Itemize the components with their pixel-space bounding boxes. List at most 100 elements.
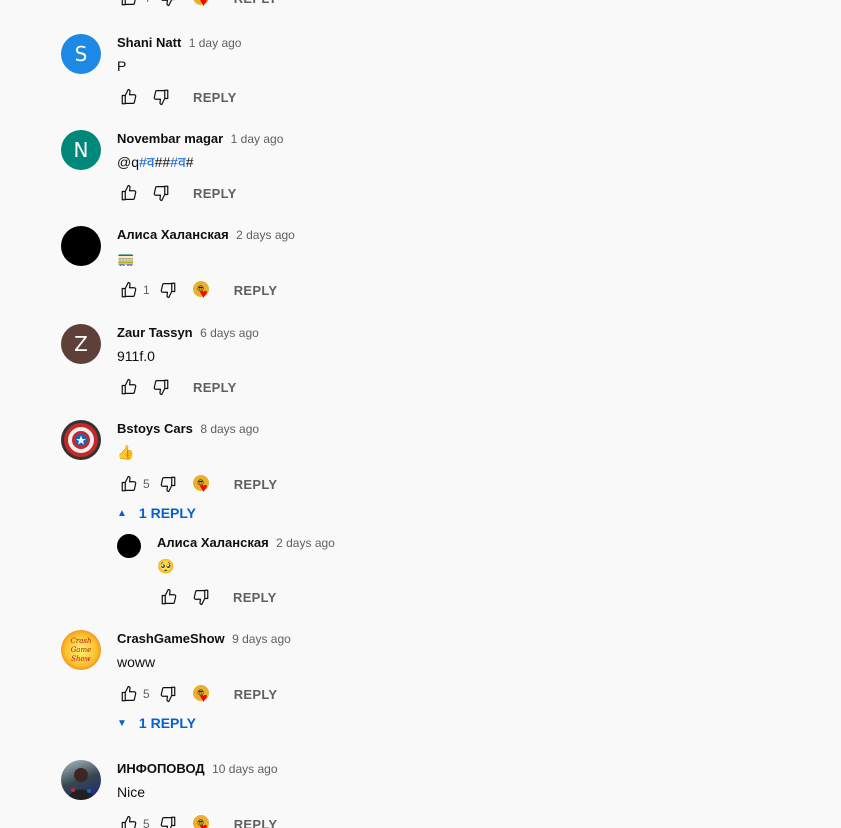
avatar[interactable] [61,420,101,460]
timestamp[interactable]: 10 days ago [212,762,277,776]
avatar[interactable] [117,534,141,558]
thumbs-up-icon[interactable] [117,181,141,205]
hashtag-link[interactable]: #व [139,154,155,170]
thumbs-up-icon[interactable] [117,375,141,399]
comment-toolbar: 5 😎 ♥ REPLY [117,682,287,706]
thumbs-down-icon[interactable] [149,85,173,109]
thumbs-up-icon[interactable] [117,682,141,706]
like-count: 1 [143,283,150,297]
hashtag-link[interactable]: #व [170,154,186,170]
avatar[interactable]: N [61,130,101,170]
thumbs-down-icon[interactable] [156,472,180,496]
author-name[interactable]: Алиса Халанская [117,227,229,242]
thumbs-down-icon[interactable] [149,181,173,205]
timestamp[interactable]: 6 days ago [200,326,259,340]
timestamp[interactable]: 2 days ago [236,228,295,242]
hide-replies-button[interactable]: ▲ 1 REPLY [117,501,196,525]
thumbs-up-icon[interactable] [117,278,141,302]
like-count: 4 [143,0,150,5]
thumbs-up-icon[interactable] [157,585,181,609]
replies-count-label: 1 REPLY [138,505,196,521]
avatar[interactable]: S [61,34,101,74]
comment-toolbar: 1 😎 ♥ REPLY [117,278,287,302]
comment-header: Zaur Tassyn 6 days ago [117,324,259,342]
reply-button[interactable]: REPLY [224,683,288,706]
thumbs-down-icon[interactable] [156,682,180,706]
comment-toolbar: REPLY [117,181,247,205]
reply-button[interactable]: REPLY [224,0,288,10]
comment-toolbar: 5 😎 ♥ REPLY [117,472,287,496]
comment-text: P [117,58,127,74]
author-name[interactable]: CrashGameShow [117,631,225,646]
reply-button[interactable]: REPLY [224,473,288,496]
comment-header: Bstoys Cars 8 days ago [117,420,259,438]
author-name[interactable]: Алиса Халанская [157,535,269,550]
comment-toolbar: 5 😎 ♥ REPLY [117,812,287,828]
thumbs-up-icon[interactable] [117,472,141,496]
avatar[interactable]: Z [61,324,101,364]
creator-heart-icon: 😎♥ [190,0,214,10]
reply-button[interactable]: REPLY [223,586,287,609]
author-name[interactable]: Novembar magar [117,131,223,146]
creator-heart-icon: 😎♥ [190,278,214,302]
comment-header: Novembar magar 1 day ago [117,130,283,148]
thumbs-down-icon[interactable] [156,278,180,302]
timestamp[interactable]: 9 days ago [232,632,291,646]
thumbs-down-icon[interactable] [156,0,180,10]
comment-text: Nice [117,784,146,800]
text-plain: # [185,154,194,170]
comment-header: Shani Natt 1 day ago [117,34,241,52]
comment-text: 🚃 [117,250,135,266]
comment-text: 👍 [117,444,135,460]
creator-heart-icon: 😎♥ [190,472,214,496]
thumbs-up-icon[interactable] [117,85,141,109]
thumbs-down-icon[interactable] [189,585,213,609]
author-name[interactable]: ИНФОПОВОД [117,761,205,776]
comment-text: @q#व###व# [117,152,194,172]
show-replies-button[interactable]: ▼ 1 REPLY [117,711,196,735]
svg-text:Crash: Crash [71,637,92,645]
comment-toolbar: REPLY [117,375,247,399]
replies-count-label: 1 REPLY [138,715,196,731]
author-name[interactable]: Bstoys Cars [117,421,193,436]
like-count: 5 [143,477,150,491]
reply-button[interactable]: REPLY [224,279,288,302]
avatar[interactable] [61,760,101,800]
comment-toolbar: REPLY [157,585,287,609]
like-count: 5 [143,687,150,701]
svg-text:Game: Game [71,646,92,654]
comment-text: 🥺 [157,558,175,574]
timestamp[interactable]: 1 day ago [231,132,284,146]
reply-button[interactable]: REPLY [183,182,247,205]
comment-text: 911f.0 [117,348,155,364]
timestamp[interactable]: 8 days ago [200,422,259,436]
thumbs-down-icon[interactable] [149,375,173,399]
timestamp[interactable]: 1 day ago [189,36,242,50]
comment-text: woww [117,654,156,670]
crash-game-show-logo: Crash Game Show [71,637,92,663]
author-name[interactable]: Zaur Tassyn [117,325,193,340]
avatar[interactable] [61,226,101,266]
comment-header: ИНФОПОВОД 10 days ago [117,760,278,778]
chevron-down-icon: ▼ [117,717,127,729]
comment-header: Алиса Халанская 2 days ago [117,226,295,244]
reply-button[interactable]: REPLY [183,86,247,109]
text-mention: @q [117,154,139,170]
profile-photo [68,768,94,800]
reply-button[interactable]: REPLY [183,376,247,399]
avatar[interactable]: Crash Game Show [61,630,101,670]
comment-header: Алиса Халанская 2 days ago [157,534,335,552]
creator-heart-icon: 😎♥ [190,682,214,706]
reply-button[interactable]: REPLY [224,813,288,828]
thumbs-up-icon[interactable] [117,812,141,828]
svg-text:Show: Show [71,655,91,663]
chevron-up-icon: ▲ [117,507,127,519]
author-name[interactable]: Shani Natt [117,35,181,50]
comment-toolbar: REPLY [117,85,247,109]
timestamp[interactable]: 2 days ago [276,536,335,550]
thumbs-up-icon[interactable] [117,0,141,10]
thumbs-down-icon[interactable] [156,812,180,828]
like-count: 5 [143,817,150,828]
comment-header: CrashGameShow 9 days ago [117,630,291,648]
text-plain: ## [154,154,171,170]
